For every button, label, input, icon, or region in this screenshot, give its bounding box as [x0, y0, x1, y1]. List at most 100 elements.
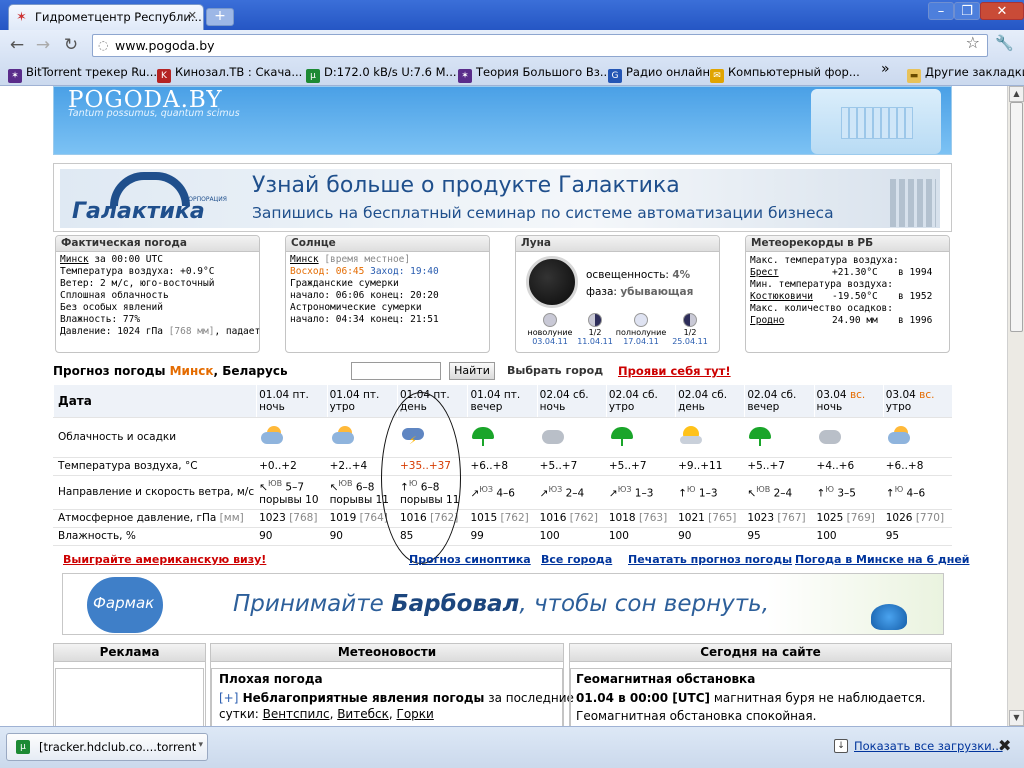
forecast-humidity-cell: 90	[675, 527, 745, 546]
actual-events: Без особых явлений	[60, 302, 163, 313]
forecast-row-wind: Направление и скорость ветра, м/с ↖ЮВ 5–7…	[52, 475, 952, 510]
farmak-slogan: Принимайте Барбовал, чтобы сон вернуть,	[233, 591, 769, 617]
visa-link[interactable]: Выиграйте американскую визу!	[63, 553, 266, 566]
bookmarks-bar: ✶ BitTorrent трекер Ru... K Кинозал.ТВ : С…	[0, 60, 1024, 86]
news-headline: Плохая погода	[219, 672, 323, 686]
bookmark-star-icon[interactable]: ☆	[966, 33, 980, 52]
forecast-header: Прогноз погоды Минск, Беларусь Найти Выб…	[53, 362, 952, 384]
farmak-logo: Фармак	[93, 594, 155, 612]
partly-cloudy-icon	[330, 425, 354, 447]
downloads-close-icon[interactable]: ✖	[998, 736, 1011, 755]
download-item[interactable]: μ [tracker.hdclub.co....torrent ▾	[6, 733, 208, 761]
new-tab-button[interactable]: +	[206, 8, 234, 26]
show-all-downloads-link[interactable]: Показать все загрузки...	[854, 739, 1003, 753]
maximize-button[interactable]: ❐	[954, 2, 980, 20]
wind-direction: ЮВ	[338, 479, 353, 489]
city-search-input[interactable]	[351, 362, 441, 380]
address-bar[interactable]: ◌ www.pogoda.by	[92, 34, 988, 57]
moon-phase-last-quarter: 1/2 25.04.11	[668, 313, 712, 346]
humidity-value: 100	[608, 530, 629, 542]
actual-city-link[interactable]: Минск	[60, 254, 89, 265]
bookmark-item[interactable]: ✉ Компьютерный фор...	[710, 65, 860, 83]
ads-slot	[55, 668, 204, 726]
news-city-link[interactable]: Горки	[397, 707, 434, 721]
news-city-link[interactable]: Вентспилс	[263, 707, 330, 721]
bookmark-item[interactable]: ✶ BitTorrent трекер Ru...	[8, 65, 157, 83]
reload-icon[interactable]: ↻	[60, 34, 82, 56]
all-cities-link[interactable]: Все города	[541, 553, 612, 566]
scroll-up-arrow-icon[interactable]: ▲	[1009, 86, 1024, 102]
precip-city-link[interactable]: Гродно	[750, 315, 784, 326]
forecast-humidity-cell: 90	[256, 527, 328, 546]
humidity-value: 95	[885, 530, 900, 542]
minimize-button[interactable]: –	[928, 2, 954, 20]
bookmark-label: Компьютерный фор...	[728, 65, 860, 79]
bookmark-label: Теория Большого Вз...	[476, 65, 611, 79]
wind-direction: ЮВ	[267, 479, 283, 489]
farmak-banner[interactable]: Фармак Принимайте Барбовал, чтобы сон ве…	[62, 573, 944, 635]
slogan-post: , чтобы сон вернуть,	[519, 591, 770, 617]
forecast-icon-cell	[882, 417, 952, 458]
phase-date: 17.04.11	[623, 337, 659, 346]
promo-link[interactable]: Прояви себя тут!	[618, 364, 731, 378]
sun-city-link[interactable]: Минск	[290, 254, 319, 265]
bittorrent-icon: ✶	[458, 69, 472, 83]
find-button[interactable]: Найти	[449, 362, 495, 380]
phase-date: 03.04.11	[532, 337, 568, 346]
wind-arrow-icon: ↑	[678, 487, 687, 500]
moon-phase: фаза: убывающая	[582, 286, 693, 298]
pressure-mm: [765]	[708, 512, 737, 524]
forecast-temp: +4..+6	[816, 460, 855, 472]
rain-icon	[747, 425, 772, 447]
back-arrow-icon[interactable]: ←	[6, 34, 28, 56]
download-filename: [tracker.hdclub.co....torrent	[39, 740, 197, 754]
news-cities: сутки: Вентспилс, Витебск, Горки	[219, 707, 434, 721]
max-temp-label: Макс. температура воздуха:	[750, 255, 899, 266]
row-label: Облачность и осадки	[52, 417, 257, 458]
bookmark-item[interactable]: ✶ Теория Большого Вз...	[458, 65, 611, 83]
bookmarks-overflow-button[interactable]: »	[881, 61, 890, 77]
news-item[interactable]: [+] Неблагоприятные явления погоды за по…	[219, 691, 574, 705]
pressure-label: Атмосферное давление, гПа	[58, 512, 220, 524]
vertical-scrollbar[interactable]: ▲ ▼	[1007, 86, 1024, 726]
print-forecast-link[interactable]: Печатать прогноз погоды	[628, 553, 792, 566]
synoptic-link[interactable]: Прогноз синоптика	[409, 553, 531, 566]
bookmark-item[interactable]: G Радио онлайн	[608, 65, 710, 83]
six-days-link[interactable]: Погода в Минске на 6 дней	[795, 553, 970, 566]
actual-pressure-trend: , падает	[214, 326, 261, 337]
forecast-pressure-cell: 1018 [763]	[605, 509, 676, 528]
forecast-date-cell: 03.04 вс. ночь	[813, 385, 884, 418]
wind-speed: 1–3	[634, 487, 654, 500]
cloudy-icon	[817, 425, 841, 447]
forecast-date-cell: 02.04 сб. вечер	[744, 385, 815, 418]
bookmark-item[interactable]: μ D:172.0 kB/s U:7.6 M...	[306, 65, 457, 83]
today-time: 01.04 в 00:00 [UTC]	[576, 691, 710, 705]
forward-arrow-icon[interactable]: →	[32, 34, 54, 56]
max-temp-city-link[interactable]: Брест	[750, 267, 779, 278]
forecast-date-cell: 01.04 пт. ночь	[256, 385, 328, 418]
galaktika-banner[interactable]: КОРПОРАЦИЯ Галактика Узнай больше о прод…	[53, 163, 952, 232]
min-temp-city-link[interactable]: Костюковичи	[750, 291, 813, 302]
choose-city-link[interactable]: Выбрать город	[507, 364, 603, 377]
forum-icon: ✉	[710, 69, 724, 83]
scroll-down-arrow-icon[interactable]: ▼	[1009, 710, 1024, 726]
forecast-temp: +6..+8	[470, 460, 509, 472]
bookmark-item[interactable]: K Кинозал.ТВ : Скача...	[157, 65, 302, 83]
max-temp-record: Брест +21.30°C в 1994	[746, 267, 949, 279]
news-expand-icon[interactable]: [+]	[219, 691, 238, 705]
forecast-date-cell: 02.04 сб. ночь	[536, 385, 607, 418]
wrench-menu-icon[interactable]: 🔧	[995, 34, 1014, 52]
forecast-links: Выиграйте американскую визу! Прогноз син…	[53, 552, 970, 570]
tab-close-icon[interactable]: ✕	[188, 9, 197, 22]
cloud-part	[887, 431, 910, 444]
window-close-button[interactable]: ✕	[980, 2, 1024, 20]
other-bookmarks-button[interactable]: ▬ Другие закладки	[907, 65, 1024, 83]
site-tagline: Tantum possumus, quantum scimus	[68, 108, 240, 119]
news-city-link[interactable]: Витебск	[337, 707, 389, 721]
forecast-date-cell: 02.04 сб. утро	[605, 385, 676, 418]
forecast-date-cell: 01.04 пт. вечер	[467, 385, 538, 418]
scroll-thumb[interactable]	[1010, 102, 1023, 332]
browser-tab[interactable]: ✶ Гидрометцентр Республи... ✕	[8, 4, 204, 30]
download-menu-icon[interactable]: ▾	[198, 740, 203, 750]
page-viewport: POGODA.BY Tantum possumus, quantum scimu…	[0, 86, 1007, 726]
